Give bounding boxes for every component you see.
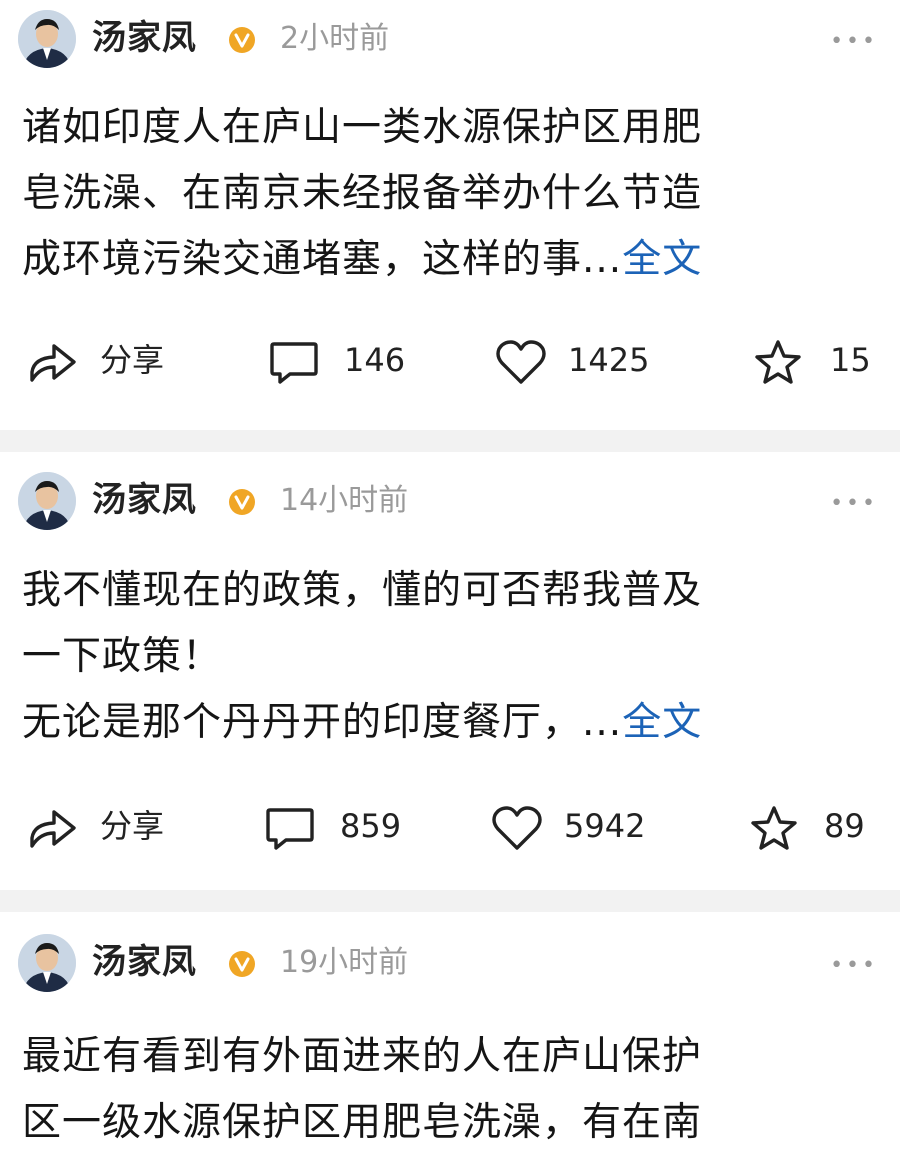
post-content: 诸如印度人在庐山一类水源保护区用肥 皂洗澡、在南京未经报备举办什么节造 成环境污… [22,95,862,293]
post-content: 最近有看到有外面进来的人在庐山保护 区一级水源保护区用肥皂洗澡，有在南 [22,1024,862,1156]
comment-bubble-icon [266,808,314,850]
author-name[interactable]: 汤家凤 [92,478,197,522]
more-dots-icon[interactable]: ••• [830,955,878,977]
post-text-line: 成环境污染交通堵塞，这样的事...全文 [22,227,862,293]
like-count: 5942 [564,807,646,845]
share-label: 分享 [100,341,165,379]
star-icon [755,340,801,384]
action-bar: 分享 146 1425 15 [0,330,900,390]
post-card: 汤家凤 2小时前 ••• 诸如印度人在庐山一类水源保护区用肥 皂洗澡、在南京未经… [0,0,900,430]
post-separator [0,430,900,452]
post-text-line-content: 无论是那个丹丹开的印度餐厅，... [22,700,623,745]
post-time: 2小时前 [280,21,390,56]
avatar[interactable] [18,10,76,68]
avatar[interactable] [18,934,76,992]
like-button[interactable]: 1425 [494,330,664,390]
comment-button[interactable]: 859 [264,796,414,856]
more-dots-icon[interactable]: ••• [830,493,878,515]
share-label: 分享 [100,807,165,845]
like-count: 1425 [568,341,650,379]
avatar[interactable] [18,472,76,530]
favorite-count: 15 [830,341,871,379]
comment-count: 146 [344,341,406,379]
author-name[interactable]: 汤家凤 [92,16,197,60]
post-text-line-content: 成环境污染交通堵塞，这样的事... [22,237,623,282]
heart-icon [496,340,546,384]
post-header: 汤家凤 2小时前 ••• [18,10,882,70]
favorite-count: 89 [824,807,865,845]
post-text-line: 一下政策！ [22,634,223,679]
like-button[interactable]: 5942 [490,796,660,856]
post-content: 我不懂现在的政策，懂的可否帮我普及 一下政策！ 无论是那个丹丹开的印度餐厅，..… [22,558,862,756]
post-text-line: 诸如印度人在庐山一类水源保护区用肥 [22,105,703,150]
favorite-button[interactable]: 15 [752,330,872,390]
post-text-line: 无论是那个丹丹开的印度餐厅，...全文 [22,690,862,756]
comment-button[interactable]: 146 [268,330,418,390]
share-arrow-icon [30,344,76,382]
post-header: 汤家凤 19小时前 ••• [18,934,882,994]
star-icon [751,806,797,850]
post-card: 汤家凤 19小时前 ••• 最近有看到有外面进来的人在庐山保护 区一级水源保护区… [0,912,900,1145]
comment-bubble-icon [270,342,318,384]
verified-badge-icon [229,27,255,53]
verified-badge-icon [229,489,255,515]
favorite-button[interactable]: 89 [748,796,878,856]
post-header: 汤家凤 14小时前 ••• [18,472,882,532]
post-separator [0,890,900,912]
full-text-link[interactable]: 全文 [622,237,702,282]
action-bar: 分享 859 5942 89 [0,796,900,856]
share-button[interactable]: 分享 [28,796,198,856]
full-text-link[interactable]: 全文 [622,700,702,745]
heart-icon [492,806,542,850]
post-text-line: 区一级水源保护区用肥皂洗澡，有在南 [22,1100,703,1145]
post-card: 汤家凤 14小时前 ••• 我不懂现在的政策，懂的可否帮我普及 一下政策！ 无论… [0,452,900,890]
comment-count: 859 [340,807,402,845]
author-name[interactable]: 汤家凤 [92,940,197,984]
share-button[interactable]: 分享 [28,330,198,390]
share-arrow-icon [30,810,76,848]
post-text-line: 我不懂现在的政策，懂的可否帮我普及 [22,568,703,613]
post-time: 14小时前 [280,483,409,518]
post-time: 19小时前 [280,945,409,980]
post-text-line: 皂洗澡、在南京未经报备举办什么节造 [22,171,703,216]
post-text-line: 最近有看到有外面进来的人在庐山保护 [22,1034,703,1079]
more-dots-icon[interactable]: ••• [830,31,878,53]
verified-badge-icon [229,951,255,977]
